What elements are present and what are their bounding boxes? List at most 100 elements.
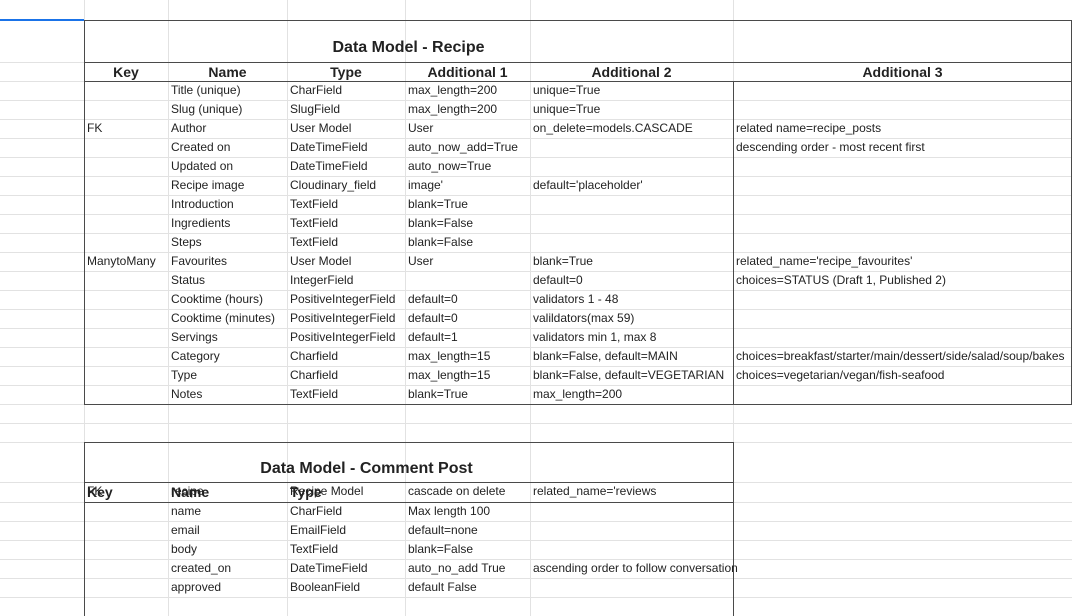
recipe-cell[interactable] (84, 214, 168, 233)
recipe-cell[interactable] (84, 309, 168, 328)
recipe-cell[interactable] (733, 385, 1072, 404)
comment-cell[interactable]: ascending order to follow conversation (530, 559, 738, 578)
recipe-cell[interactable] (84, 195, 168, 214)
recipe-cell[interactable] (84, 290, 168, 309)
recipe-cell[interactable]: max_length=200 (530, 385, 733, 404)
comment-cell[interactable] (84, 521, 168, 540)
recipe-cell[interactable] (84, 233, 168, 252)
recipe-cell[interactable]: Notes (168, 385, 287, 404)
comment-cell[interactable] (84, 578, 168, 597)
recipe-cell[interactable]: validators 1 - 48 (530, 290, 733, 309)
recipe-cell[interactable]: PositiveIntegerField (287, 328, 405, 347)
recipe-cell[interactable] (733, 309, 1072, 328)
recipe-cell[interactable]: unique=True (530, 81, 733, 100)
comment-cell[interactable]: cascade on delete (405, 482, 530, 501)
recipe-cell[interactable]: choices=breakfast/starter/main/dessert/s… (733, 347, 1072, 366)
recipe-cell[interactable]: Favourites (168, 252, 287, 271)
recipe-cell[interactable]: PositiveIntegerField (287, 309, 405, 328)
recipe-cell[interactable]: auto_now=True (405, 157, 530, 176)
recipe-cell[interactable] (84, 138, 168, 157)
recipe-cell[interactable]: Recipe image (168, 176, 287, 195)
recipe-cell[interactable]: DateTimeField (287, 138, 405, 157)
recipe-cell[interactable]: max_length=15 (405, 366, 530, 385)
recipe-cell[interactable]: Charfield (287, 347, 405, 366)
recipe-cell[interactable]: Cloudinary_field (287, 176, 405, 195)
comment-cell[interactable]: DateTimeField (287, 559, 405, 578)
recipe-cell[interactable] (733, 100, 1072, 119)
comment-cell[interactable]: default=none (405, 521, 530, 540)
recipe-cell[interactable]: Status (168, 271, 287, 290)
comment-cell[interactable] (84, 540, 168, 559)
comment-cell[interactable] (530, 502, 733, 521)
recipe-cell[interactable] (733, 233, 1072, 252)
recipe-cell[interactable]: blank=False, default=VEGETARIAN (530, 366, 733, 385)
comment-cell[interactable]: email (168, 521, 287, 540)
recipe-cell[interactable] (84, 347, 168, 366)
recipe-cell[interactable]: User Model (287, 119, 405, 138)
recipe-cell[interactable]: Cooktime (minutes) (168, 309, 287, 328)
recipe-cell[interactable]: choices=STATUS (Draft 1, Published 2) (733, 271, 1072, 290)
recipe-cell[interactable] (530, 138, 733, 157)
comment-cell[interactable]: CharField (287, 502, 405, 521)
recipe-cell[interactable]: default=0 (405, 290, 530, 309)
recipe-cell[interactable]: max_length=200 (405, 100, 530, 119)
comment-cell[interactable]: FK (84, 482, 168, 501)
recipe-cell[interactable]: Ingredients (168, 214, 287, 233)
comment-cell[interactable]: TextField (287, 540, 405, 559)
recipe-cell[interactable] (84, 100, 168, 119)
recipe-cell[interactable] (530, 233, 733, 252)
recipe-cell[interactable]: max_length=15 (405, 347, 530, 366)
recipe-cell[interactable]: TextField (287, 385, 405, 404)
comment-cell[interactable]: auto_no_add True (405, 559, 530, 578)
recipe-cell[interactable] (84, 328, 168, 347)
recipe-cell[interactable]: blank=False, default=MAIN (530, 347, 733, 366)
recipe-cell[interactable] (733, 195, 1072, 214)
recipe-cell[interactable]: Introduction (168, 195, 287, 214)
recipe-cell[interactable] (733, 176, 1072, 195)
recipe-cell[interactable]: Charfield (287, 366, 405, 385)
recipe-cell[interactable]: valildators(max 59) (530, 309, 733, 328)
recipe-cell[interactable]: Type (168, 366, 287, 385)
spreadsheet-grid[interactable]: Data Model - Recipe Key Name Type Additional… (0, 0, 1072, 616)
recipe-cell[interactable] (84, 385, 168, 404)
recipe-cell[interactable] (84, 176, 168, 195)
recipe-cell[interactable] (530, 214, 733, 233)
recipe-cell[interactable] (84, 366, 168, 385)
recipe-cell[interactable]: FK (84, 119, 168, 138)
recipe-cell[interactable]: IntegerField (287, 271, 405, 290)
recipe-cell[interactable]: TextField (287, 195, 405, 214)
comment-cell[interactable] (530, 521, 733, 540)
recipe-cell[interactable]: choices=vegetarian/vegan/fish-seafood (733, 366, 1072, 385)
recipe-cell[interactable]: User Model (287, 252, 405, 271)
comment-cell[interactable]: created_on (168, 559, 287, 578)
comment-cell[interactable] (530, 540, 733, 559)
recipe-cell[interactable]: blank=False (405, 214, 530, 233)
recipe-cell[interactable] (530, 157, 733, 176)
recipe-cell[interactable] (733, 290, 1072, 309)
recipe-cell[interactable]: Steps (168, 233, 287, 252)
comment-cell[interactable]: Max length 100 (405, 502, 530, 521)
recipe-cell[interactable]: SlugField (287, 100, 405, 119)
recipe-cell[interactable]: Created on (168, 138, 287, 157)
recipe-cell[interactable]: related_name='recipe_favourites' (733, 252, 1072, 271)
comment-cell[interactable]: recipe (168, 482, 287, 501)
recipe-cell[interactable]: blank=False (405, 233, 530, 252)
recipe-cell[interactable]: blank=True (405, 195, 530, 214)
recipe-cell[interactable]: unique=True (530, 100, 733, 119)
recipe-cell[interactable]: related name=recipe_posts (733, 119, 1072, 138)
recipe-cell[interactable] (84, 157, 168, 176)
recipe-cell[interactable]: on_delete=models.CASCADE (530, 119, 733, 138)
recipe-cell[interactable]: Category (168, 347, 287, 366)
recipe-cell[interactable]: validators min 1, max 8 (530, 328, 733, 347)
recipe-cell[interactable]: Servings (168, 328, 287, 347)
recipe-cell[interactable]: auto_now_add=True (405, 138, 530, 157)
recipe-cell[interactable]: CharField (287, 81, 405, 100)
recipe-cell[interactable] (733, 157, 1072, 176)
recipe-cell[interactable]: PositiveIntegerField (287, 290, 405, 309)
recipe-cell[interactable]: Updated on (168, 157, 287, 176)
comment-cell[interactable]: EmailField (287, 521, 405, 540)
comment-cell[interactable]: Recipe Model (287, 482, 405, 501)
recipe-cell[interactable]: descending order - most recent first (733, 138, 1072, 157)
comment-cell[interactable]: body (168, 540, 287, 559)
recipe-cell[interactable]: TextField (287, 233, 405, 252)
